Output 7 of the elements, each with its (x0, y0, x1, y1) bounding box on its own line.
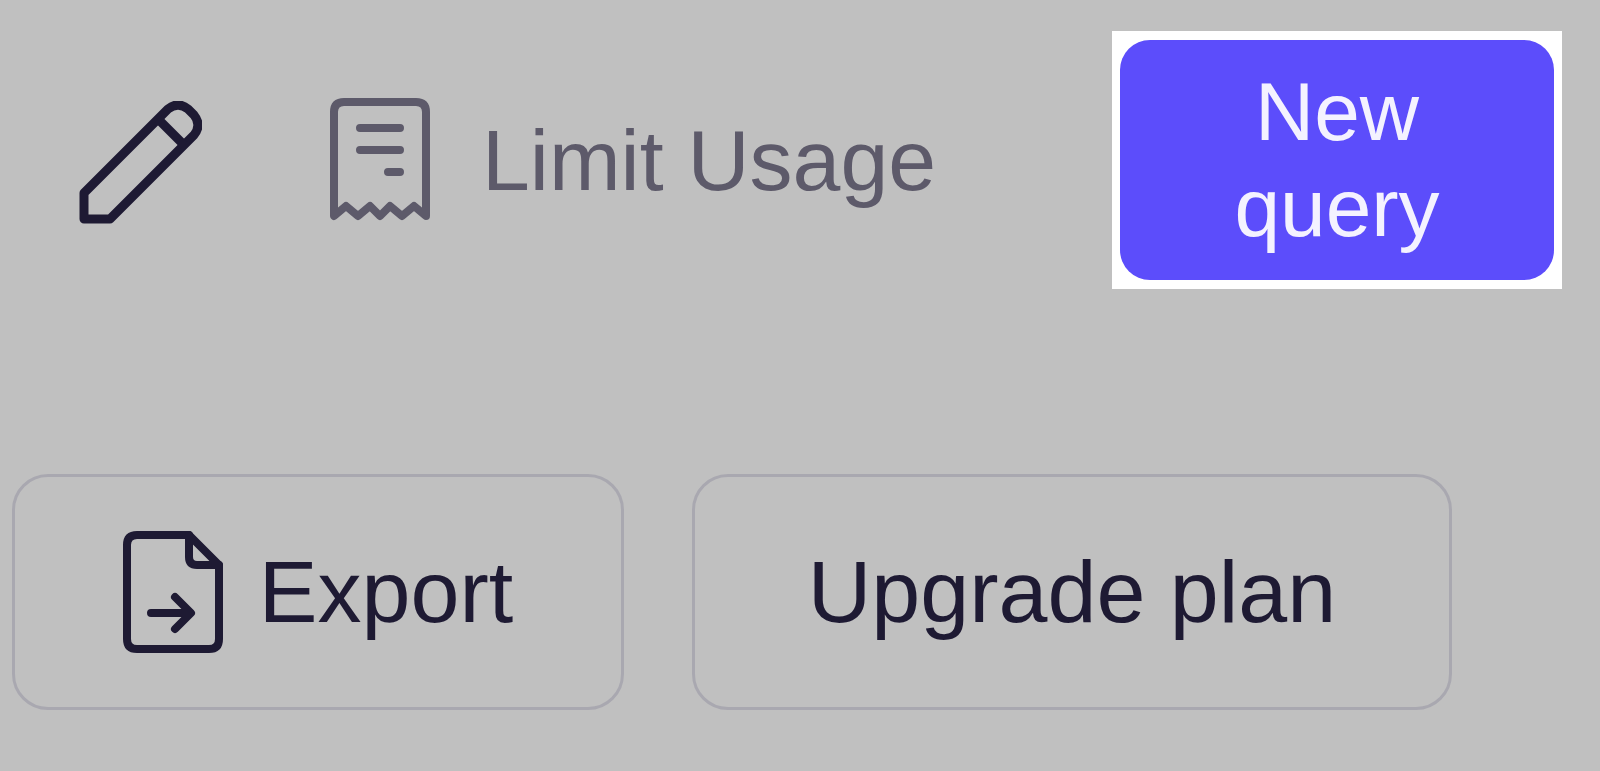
new-query-button[interactable]: New query (1120, 40, 1554, 280)
limit-usage-label: Limit Usage (482, 110, 937, 210)
receipt-icon (330, 98, 430, 222)
file-export-icon (122, 531, 223, 653)
upgrade-plan-button[interactable]: Upgrade plan (692, 474, 1452, 710)
pencil-icon[interactable] (78, 101, 202, 225)
export-button[interactable]: Export (12, 474, 624, 710)
